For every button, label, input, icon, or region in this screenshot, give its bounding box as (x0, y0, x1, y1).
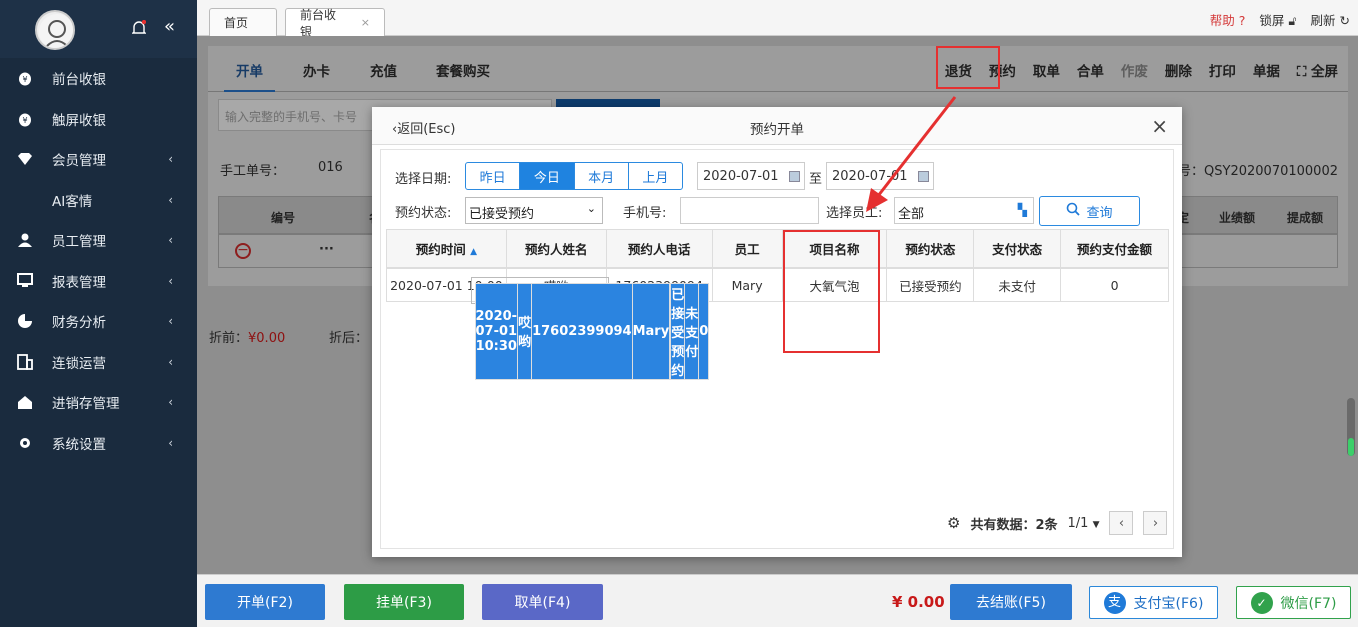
annotation-arrow (866, 96, 957, 212)
